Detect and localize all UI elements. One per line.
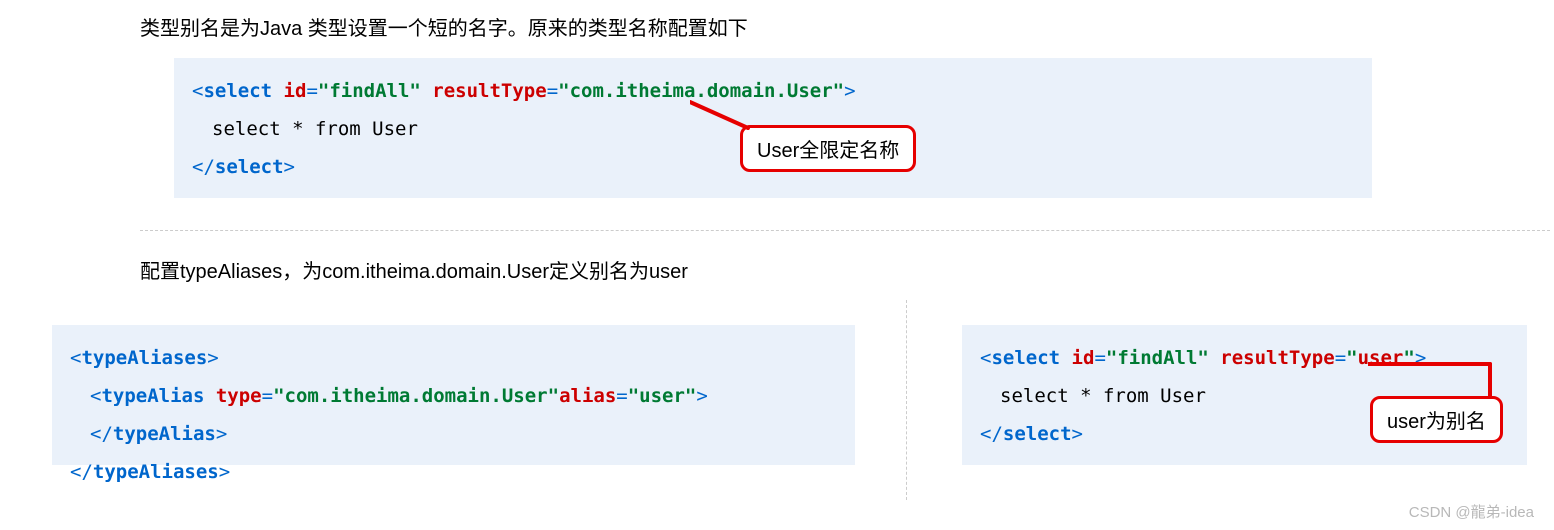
r-select: select [991, 347, 1060, 369]
code-box-left: <typeAliases> <typeAlias type="com.ithei… [52, 325, 855, 465]
callout-arrow-1 [690, 100, 760, 130]
attr-resulttype: resultType [432, 80, 546, 102]
r-open-bracket: < [980, 347, 991, 369]
l1-close: > [207, 347, 218, 369]
r-close-open: </ [980, 423, 1003, 445]
section2-desc: 配置typeAliases，为com.itheima.domain.User定义… [140, 255, 688, 284]
left-line-1: <typeAliases> [70, 339, 837, 377]
close-bracket: > [844, 80, 855, 102]
attr-id: id [284, 80, 307, 102]
code-line-1: <select id="findAll" resultType="com.ith… [192, 72, 1354, 110]
vertical-divider [906, 300, 907, 500]
l2-tag: typeAlias [101, 385, 204, 407]
section1-desc: 类型别名是为Java 类型设置一个短的名字。原来的类型名称配置如下 [140, 12, 748, 41]
l2-alias-attr: alias [559, 385, 616, 407]
callout-arrow-2 [1368, 360, 1498, 400]
code-body: select * from User [212, 118, 418, 140]
attr-id-val: "findAll" [318, 80, 421, 102]
l2-end: > [216, 423, 227, 445]
l2-sp [204, 385, 215, 407]
r-id-attr: id [1072, 347, 1095, 369]
space [421, 80, 432, 102]
r-close-tag: select [1003, 423, 1072, 445]
watermark: CSDN @龍弟-idea [1409, 501, 1534, 522]
close-tag: select [215, 156, 284, 178]
l1-open: < [70, 347, 81, 369]
left-line-3: </typeAliases> [70, 453, 837, 491]
l2-eq2: = [616, 385, 627, 407]
l3-open: </ [70, 461, 93, 483]
horizontal-divider [140, 230, 1550, 231]
attr-resulttype-val: "com.itheima.domain.User" [558, 80, 844, 102]
eq2: = [547, 80, 558, 102]
l1-tag: typeAliases [81, 347, 207, 369]
r-id-val: "findAll" [1106, 347, 1209, 369]
l2-open: < [90, 385, 101, 407]
close-end: > [284, 156, 295, 178]
l2-type-val: "com.itheima.domain.User" [273, 385, 559, 407]
callout-1: User全限定名称 [740, 125, 916, 172]
l2-alias-val: "user" [628, 385, 697, 407]
l3-tag: typeAliases [93, 461, 219, 483]
r-close-end: > [1072, 423, 1083, 445]
close-open: </ [192, 156, 215, 178]
r-quote-open: " [1346, 347, 1357, 369]
l2-type-attr: type [216, 385, 262, 407]
r-body: select * from User [1000, 385, 1206, 407]
l2-eq1: = [262, 385, 273, 407]
r-space [1209, 347, 1220, 369]
r-eq2: = [1335, 347, 1346, 369]
left-line-2: <typeAlias type="com.itheima.domain.User… [70, 377, 837, 453]
tag-select: select [203, 80, 272, 102]
open-bracket: < [192, 80, 203, 102]
callout-2: user为别名 [1370, 396, 1503, 443]
eq1: = [306, 80, 317, 102]
r-resulttype-attr: resultType [1220, 347, 1334, 369]
l3-close: > [219, 461, 230, 483]
r-eq1: = [1094, 347, 1105, 369]
l2-tag2: typeAlias [113, 423, 216, 445]
